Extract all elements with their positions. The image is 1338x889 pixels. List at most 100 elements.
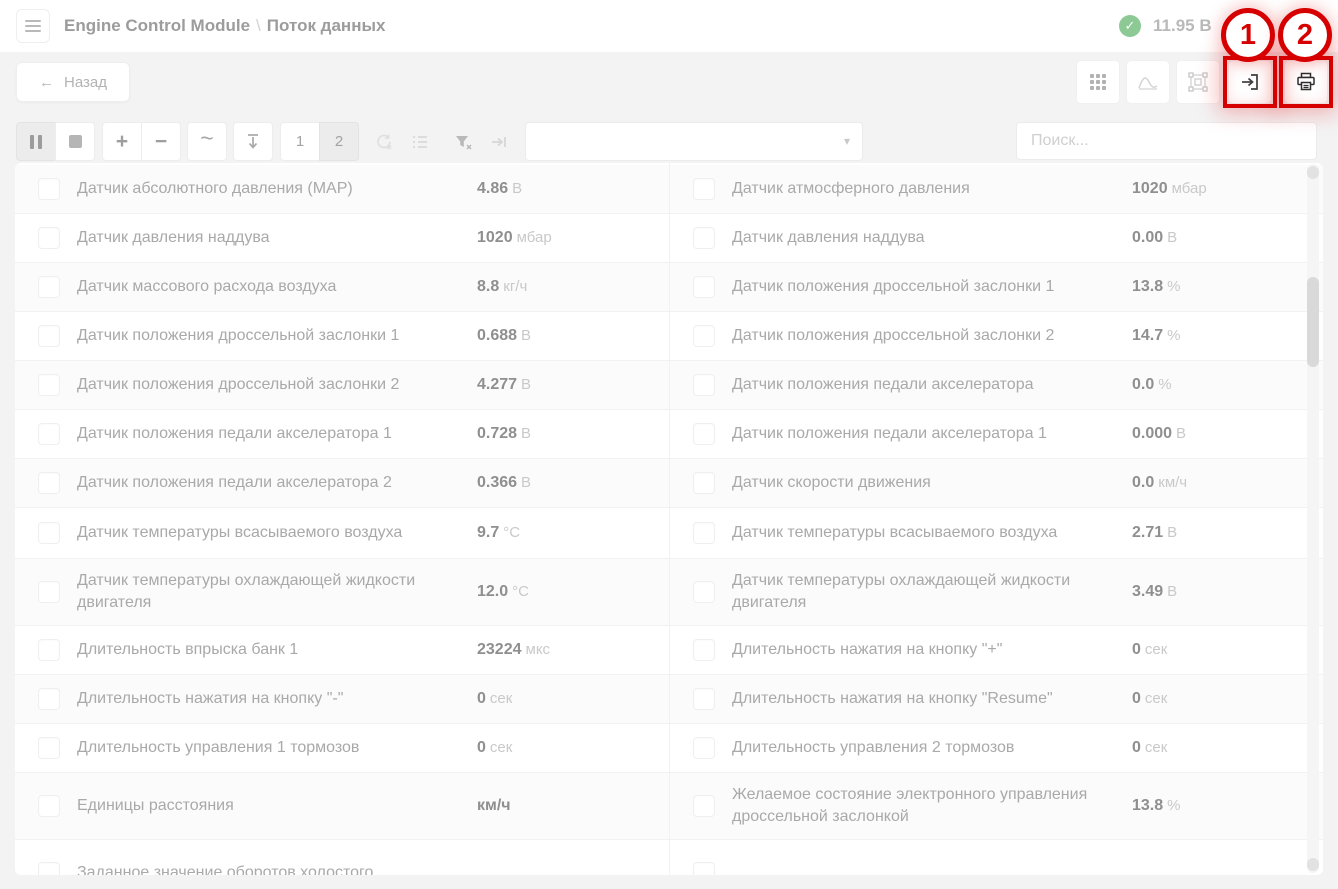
row-checkbox[interactable] xyxy=(38,639,60,661)
table-row: Датчик давления наддува 1020 мбар xyxy=(15,214,669,263)
row-checkbox[interactable] xyxy=(38,227,60,249)
param-name: Длительность нажатия на кнопку "Resume" xyxy=(732,690,1053,708)
list-select-button[interactable] xyxy=(402,122,438,161)
scrollbar-top-cap[interactable] xyxy=(1307,166,1319,179)
table-row: Датчик температуры охлаждающей жидкости … xyxy=(15,559,669,626)
row-checkbox[interactable] xyxy=(38,737,60,759)
skip-to-end-button[interactable] xyxy=(481,122,517,161)
row-checkbox[interactable] xyxy=(693,276,715,298)
row-checkbox[interactable] xyxy=(38,862,60,875)
list-icon xyxy=(413,135,427,148)
stream-controls: + − ~ 1 2 xyxy=(16,122,517,161)
row-checkbox[interactable] xyxy=(693,423,715,445)
table-row: Датчик температуры всасываемого воздуха 2… xyxy=(670,508,1323,559)
param-unit: В xyxy=(1167,524,1178,541)
scrollbar-bottom-cap[interactable] xyxy=(1307,858,1319,871)
stop-icon xyxy=(68,135,82,148)
selection-frame-icon xyxy=(1188,72,1208,92)
param-unit: км/ч xyxy=(1158,474,1188,491)
param-value-cell: 0.366 В xyxy=(477,474,669,492)
zoom-in-button[interactable]: + xyxy=(102,122,142,161)
row-checkbox[interactable] xyxy=(693,688,715,710)
chart-view-button[interactable] xyxy=(1126,60,1170,104)
row-checkbox[interactable] xyxy=(693,522,715,544)
table-row: Заданное значение оборотов холостого xyxy=(15,840,669,875)
row-checkbox[interactable] xyxy=(693,639,715,661)
row-checkbox[interactable] xyxy=(38,795,60,817)
clear-filter-button[interactable] xyxy=(445,122,481,161)
grid-view-button[interactable] xyxy=(1076,60,1120,104)
reset-counters-button[interactable] xyxy=(366,122,402,161)
param-value: 0 xyxy=(477,739,486,756)
row-checkbox[interactable] xyxy=(693,325,715,347)
param-value: 0.366 xyxy=(477,474,518,491)
row-checkbox[interactable] xyxy=(38,688,60,710)
row-checkbox[interactable] xyxy=(38,522,60,544)
menu-button[interactable] xyxy=(16,9,50,43)
param-value-cell: 8.8 кг/ч xyxy=(477,278,669,296)
param-value: 3.49 xyxy=(1132,583,1164,600)
select-frame-button[interactable] xyxy=(1176,60,1220,104)
param-value: 13.8 xyxy=(1132,797,1164,814)
param-value: 0.0 xyxy=(1132,474,1155,491)
table-row: Датчик давления наддува 0.00 В xyxy=(670,214,1323,263)
row-checkbox[interactable] xyxy=(38,276,60,298)
row-checkbox[interactable] xyxy=(693,737,715,759)
row-checkbox[interactable] xyxy=(693,795,715,817)
table-row: Датчик атмосферного давления 1020 мбар xyxy=(670,165,1323,214)
row-checkbox[interactable] xyxy=(693,472,715,494)
scrollbar-thumb[interactable] xyxy=(1307,277,1319,367)
row-checkbox[interactable] xyxy=(693,227,715,249)
pause-button[interactable] xyxy=(16,122,56,161)
param-unit: мбар xyxy=(516,229,552,246)
battery-voltage: 11.95 В xyxy=(1153,16,1212,35)
row-checkbox[interactable] xyxy=(38,178,60,200)
param-value: 0 xyxy=(1132,690,1141,707)
refresh-clear-icon xyxy=(377,134,392,149)
parameter-group-dropdown[interactable]: ▾ xyxy=(525,122,863,161)
param-value: 12.0 xyxy=(477,583,509,600)
stop-button[interactable] xyxy=(55,122,95,161)
table-row: Датчик скорости движения 0.0 км/ч xyxy=(670,459,1323,508)
param-value: 0.000 xyxy=(1132,425,1173,442)
row-checkbox[interactable] xyxy=(693,374,715,396)
param-value-cell: 2.71 В xyxy=(1132,524,1323,542)
param-name: Датчик скорости движения xyxy=(732,474,931,492)
table-row: Длительность нажатия на кнопку "Resume" 0… xyxy=(670,675,1323,724)
search-input[interactable] xyxy=(1016,122,1317,160)
smooth-button[interactable]: ~ xyxy=(187,122,227,161)
param-unit xyxy=(511,797,515,814)
zoom-out-button[interactable]: − xyxy=(141,122,181,161)
param-value: 1020 xyxy=(1132,180,1168,197)
row-checkbox[interactable] xyxy=(693,178,715,200)
row-checkbox[interactable] xyxy=(693,862,715,875)
param-value-cell: 1020 мбар xyxy=(477,229,669,247)
param-value-cell: 0 сек xyxy=(1132,641,1323,659)
fit-height-button[interactable] xyxy=(233,122,273,161)
param-value: 23224 xyxy=(477,641,522,658)
param-name: Датчик температуры охлаждающей жидкости … xyxy=(732,572,1071,611)
param-value-cell: 0.0% xyxy=(1132,376,1323,394)
param-unit: В xyxy=(512,180,523,197)
scrollbar-track[interactable] xyxy=(1307,164,1319,873)
row-checkbox[interactable] xyxy=(38,374,60,396)
page-title: Поток данных xyxy=(266,16,386,35)
table-row: Длительность управления 2 тормозов 0 сек xyxy=(670,724,1323,773)
param-value: 0.688 xyxy=(477,327,518,344)
row-checkbox[interactable] xyxy=(38,472,60,494)
row-checkbox[interactable] xyxy=(38,581,60,603)
param-name: Датчик положения педали акселератора 1 xyxy=(77,425,392,443)
table-row: Датчик положения дроссельной заслонки 1 0… xyxy=(15,312,669,361)
row-checkbox[interactable] xyxy=(38,325,60,347)
fit-height-icon xyxy=(248,134,258,149)
page-2-button[interactable]: 2 xyxy=(319,122,359,161)
param-unit: В xyxy=(1167,229,1178,246)
row-checkbox[interactable] xyxy=(693,581,715,603)
page-1-button[interactable]: 1 xyxy=(280,122,320,161)
param-name: Датчик температуры всасываемого воздуха xyxy=(732,524,1058,542)
page-1-label: 1 xyxy=(295,133,305,150)
back-button[interactable]: ← Назад xyxy=(16,62,130,102)
row-checkbox[interactable] xyxy=(38,423,60,445)
curve-chart-icon xyxy=(1138,77,1158,90)
left-column: Датчик абсолютного давления (MAP) 4.86 В Да… xyxy=(15,163,669,875)
